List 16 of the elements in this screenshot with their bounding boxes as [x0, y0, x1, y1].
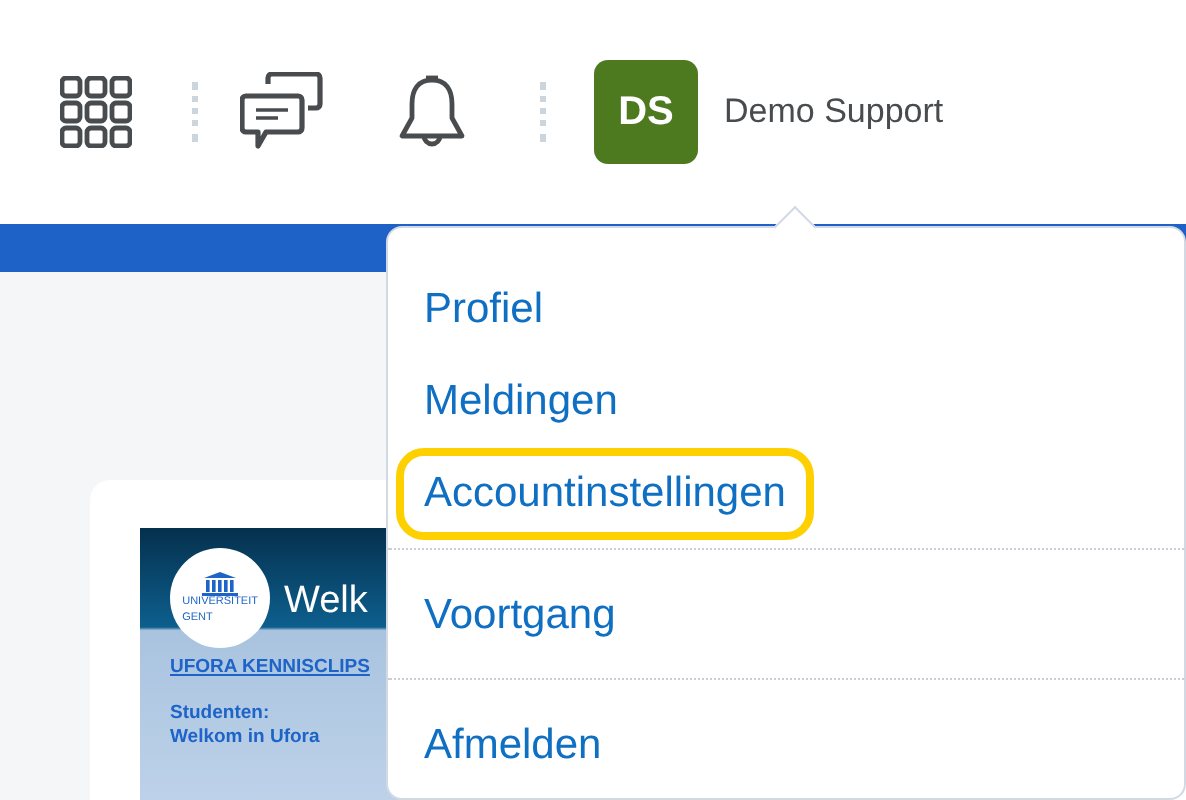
menu-item[interactable]: Accountinstellingen [396, 448, 814, 540]
user-name: Demo Support [724, 92, 944, 132]
thumbnail-series: UFORA KENNISCLIPS [170, 656, 370, 678]
menu-item[interactable]: Voortgang [396, 570, 644, 662]
building-logo-icon [200, 570, 240, 597]
thumbnail-title: Welk [284, 580, 368, 624]
app-grid-icon [60, 76, 132, 148]
notification-bell-icon [398, 74, 466, 150]
menu-item[interactable]: Profiel [396, 264, 572, 356]
thumbnail-subtitle: Studenten: [170, 702, 270, 724]
user-menu-button[interactable]: DS Demo Support [594, 60, 944, 164]
menu-item[interactable]: Meldingen [396, 356, 646, 448]
menu-item[interactable]: Afmelden [396, 700, 630, 792]
user-avatar: DS [594, 60, 698, 164]
chat-bubbles-icon [240, 72, 324, 152]
thumbnail-caption: Welkom in Ufora [170, 726, 320, 748]
